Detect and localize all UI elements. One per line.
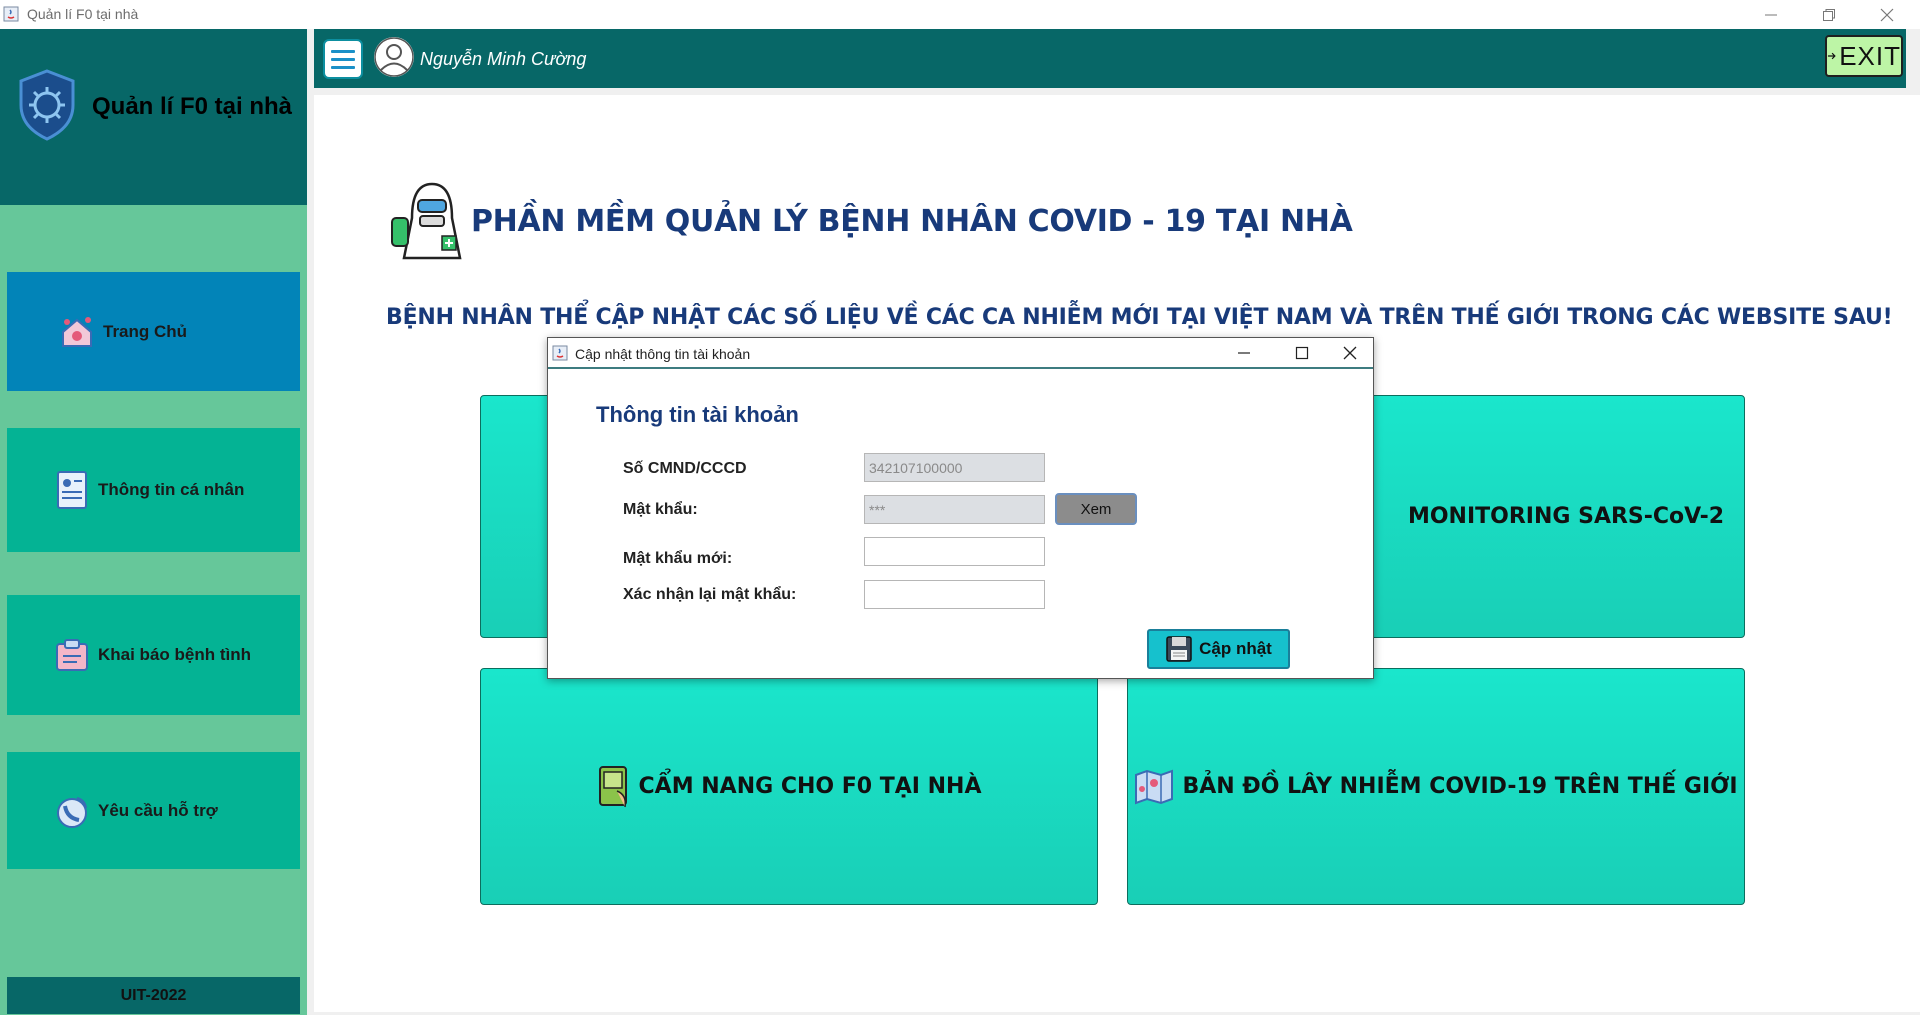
close-icon [1343,346,1357,359]
java-app-icon [3,6,19,22]
minimize-icon [1765,14,1777,15]
sidebar-item-health-declaration[interactable]: Khai báo bệnh tình [7,595,300,715]
home-virus-icon [57,312,97,352]
sidebar-item-label: Thông tin cá nhân [98,480,245,499]
card-covid-world-map[interactable]: BẢN ĐỒ LÂY NHIỄM COVID-19 TRÊN THẾ GIỚI [1127,668,1745,905]
password-field [864,495,1045,524]
confirm-password-label: Xác nhận lại mật khẩu: [623,586,797,603]
close-icon [1880,8,1894,21]
dialog-minimize-button[interactable] [1221,338,1267,367]
dialog-title: Cập nhật thông tin tài khoản [575,346,751,362]
handbook-phone-icon [598,765,627,807]
support-phone-icon [52,791,92,831]
maximize-icon [1295,346,1309,359]
sidebar: Quản lí F0 tại nhà Trang Chủ Thông tin c… [0,29,307,1015]
id-number-label: Số CMND/CCCD [623,460,747,477]
dialog-heading: Thông tin tài khoản [596,402,799,427]
profile-document-icon [52,470,92,510]
sidebar-logo-area: Quản lí F0 tại nhà [0,29,307,205]
card-label: CẨM NANG CHO F0 TẠI NHÀ [638,774,982,799]
menu-line [331,57,355,61]
shield-virus-logo-icon [19,69,75,141]
window-titlebar: Quản lí F0 tại nhà [0,0,1920,29]
sidebar-item-personal-info[interactable]: Thông tin cá nhân [7,428,300,552]
sidebar-item-home[interactable]: Trang Chủ [7,272,300,391]
exit-button[interactable]: EXIT [1825,35,1903,77]
sidebar-item-label: Khai báo bệnh tình [98,645,251,664]
medical-report-icon [52,635,92,675]
window-title: Quản lí F0 tại nhà [27,6,139,22]
save-floppy-icon [1166,636,1192,662]
menu-line [331,65,355,69]
menu-line [331,49,355,53]
dialog-close-button[interactable] [1327,338,1373,367]
java-app-icon [552,345,568,361]
dialog-titlebar: Cập nhật thông tin tài khoản [548,338,1373,369]
sidebar-item-label: Trang Chủ [103,321,188,341]
confirm-password-field[interactable] [864,580,1045,609]
page-subtitle: BỆNH NHÂN THỂ CẬP NHẬT CÁC SỐ LIỆU VỀ CÁ… [386,305,1893,330]
id-number-field [864,453,1045,482]
minimize-button[interactable] [1742,0,1800,29]
restore-button[interactable] [1800,0,1858,29]
update-account-dialog: Cập nhật thông tin tài khoản Thông tin t… [547,337,1374,679]
minimize-icon [1238,351,1250,354]
hamburger-menu-button[interactable] [323,39,363,79]
update-button[interactable]: Cập nhật [1147,629,1290,669]
new-password-field[interactable] [864,537,1045,566]
card-label: BẢN ĐỒ LÂY NHIỄM COVID-19 TRÊN THẾ GIỚI [1182,774,1738,799]
page-title: PHẦN MỀM QUẢN LÝ BỆNH NHÂN COVID - 19 TẠ… [471,204,1353,239]
card-f0-handbook[interactable]: CẨM NANG CHO F0 TẠI NHÀ [480,668,1098,905]
close-button[interactable] [1858,0,1916,29]
exit-arrow-icon [1827,52,1836,60]
app-title: Quản lí F0 tại nhà [92,93,293,120]
doctor-ppe-icon [391,182,462,260]
top-header: Nguyễn Minh Cường EXIT [314,29,1906,88]
password-label: Mật khẩu: [623,501,698,518]
username-label: Nguyễn Minh Cường [420,49,587,69]
exit-label: EXIT [1839,40,1901,71]
view-password-button[interactable]: Xem [1055,493,1137,525]
sidebar-footer: UIT-2022 [7,977,300,1014]
card-label: MONITORING SARS-CoV-2 [1407,504,1725,529]
dialog-maximize-button[interactable] [1279,338,1325,367]
sidebar-item-support[interactable]: Yêu cầu hỗ trợ [7,752,300,869]
restore-icon [1823,8,1835,21]
sidebar-item-label: Yêu cầu hỗ trợ [98,800,218,820]
update-button-label: Cập nhật [1199,639,1272,658]
world-map-icon [1135,769,1174,804]
new-password-label: Mật khẩu mới: [623,550,733,567]
user-avatar-icon [374,37,414,77]
